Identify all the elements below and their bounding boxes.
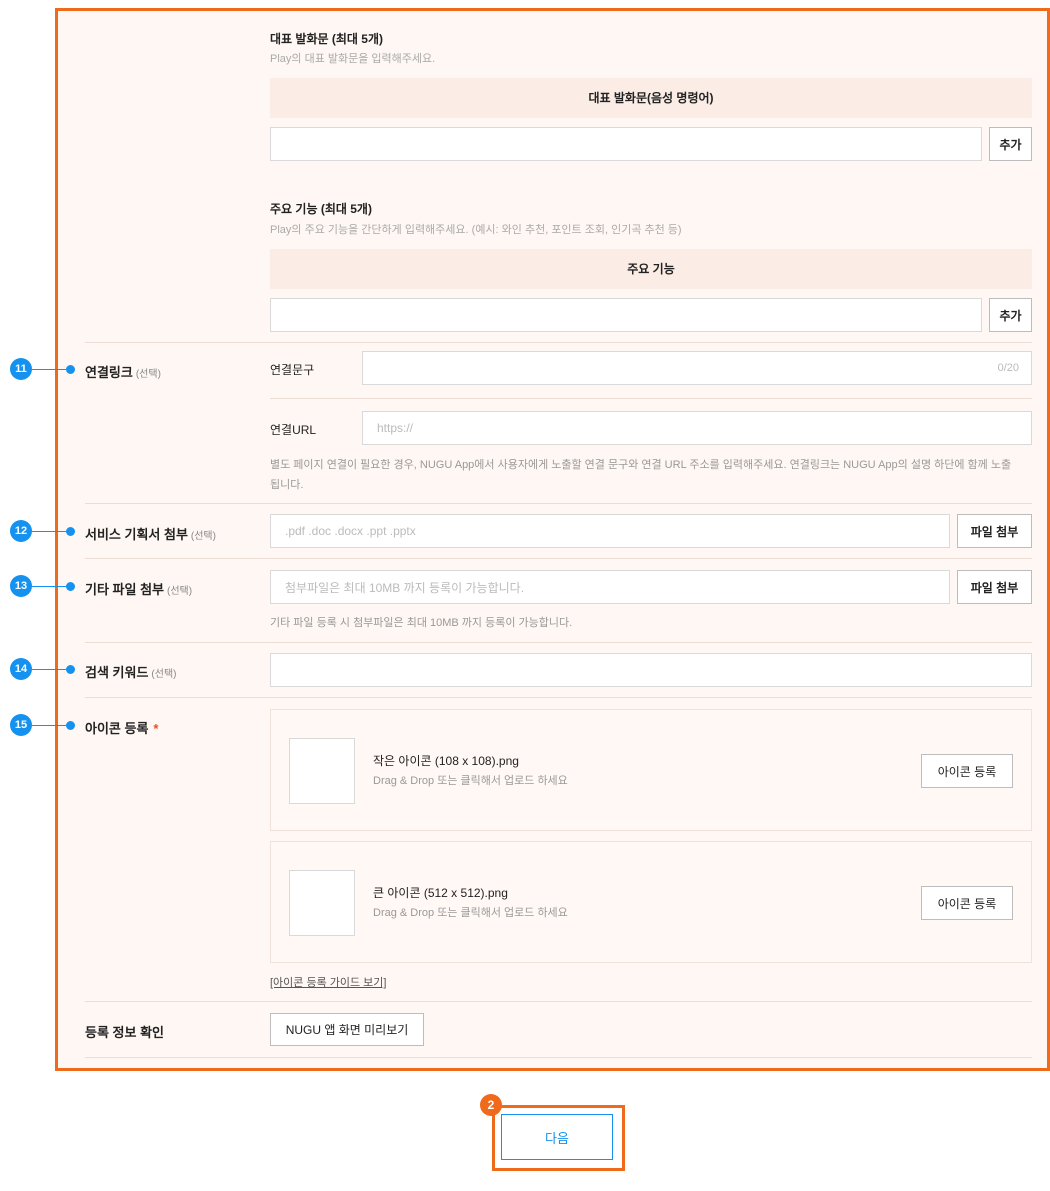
link-label-text: 연결링크 bbox=[85, 365, 133, 380]
divider bbox=[85, 1057, 1032, 1058]
annotation-dot bbox=[66, 582, 75, 591]
utterance-hint: Play의 대표 발화문을 입력해주세요. bbox=[270, 53, 436, 65]
large-icon-preview bbox=[289, 870, 355, 936]
keyword-label: 검색 키워드 (선택) bbox=[85, 662, 176, 681]
divider bbox=[85, 1001, 1032, 1002]
annotation-leader bbox=[32, 586, 68, 587]
etc-file-help-text: 기타 파일 등록 시 첨부파일은 최대 10MB 까지 등록이 가능합니다. bbox=[270, 617, 573, 629]
optional-tag: (선택) bbox=[166, 586, 193, 597]
annotation-badge-12: 12 bbox=[10, 520, 32, 542]
keyword-input[interactable] bbox=[270, 653, 1032, 687]
annotation-leader bbox=[32, 531, 68, 532]
optional-tag: (선택) bbox=[135, 369, 161, 380]
features-add-button[interactable]: 추가 bbox=[989, 298, 1032, 332]
required-mark: * bbox=[153, 721, 159, 736]
annotation-badge-13: 13 bbox=[10, 575, 32, 597]
annotation-dot bbox=[66, 665, 75, 674]
link-phrase-label: 연결문구 bbox=[270, 363, 315, 377]
optional-tag: (선택) bbox=[151, 669, 177, 680]
divider bbox=[85, 558, 1032, 559]
features-table-header: 주요 기능 bbox=[270, 249, 1032, 289]
features-input[interactable] bbox=[270, 298, 982, 332]
link-help-text-cont: 됩니다. bbox=[270, 479, 304, 491]
link-help-text: 별도 페이지 연결이 필요한 경우, NUGU App에서 사용자에게 노출할 … bbox=[270, 459, 1012, 471]
utterance-input[interactable] bbox=[270, 127, 982, 161]
annotation-leader bbox=[32, 369, 68, 370]
small-icon-register-button[interactable]: 아이콘 등록 bbox=[921, 754, 1013, 788]
annotation-dot bbox=[66, 721, 75, 730]
large-icon-register-button[interactable]: 아이콘 등록 bbox=[921, 886, 1013, 920]
next-button[interactable]: 다음 bbox=[501, 1114, 613, 1160]
link-label: 연결링크 (선택) bbox=[85, 362, 161, 381]
divider bbox=[270, 398, 1032, 399]
plan-doc-label-text: 서비스 기획서 첨부 bbox=[85, 527, 188, 542]
utterance-title: 대표 발화문 (최대 5개) bbox=[270, 32, 383, 46]
annotation-badge-14: 14 bbox=[10, 658, 32, 680]
utterance-table-header: 대표 발화문(음성 명령어) bbox=[270, 78, 1032, 118]
annotation-dot bbox=[66, 365, 75, 374]
large-icon-dropzone[interactable]: 큰 아이콘 (512 x 512).png Drag & Drop 또는 클릭해… bbox=[270, 841, 1032, 963]
small-icon-desc: Drag & Drop 또는 클릭해서 업로드 하세요 bbox=[373, 775, 568, 787]
etc-file-label-text: 기타 파일 첨부 bbox=[85, 582, 164, 597]
icons-label: 아이콘 등록 * bbox=[85, 718, 158, 737]
icons-label-text: 아이콘 등록 bbox=[85, 721, 149, 736]
etc-file-attach-button[interactable]: 파일 첨부 bbox=[957, 570, 1032, 604]
link-url-input[interactable]: https:// bbox=[362, 411, 1032, 445]
small-icon-preview bbox=[289, 738, 355, 804]
annotation-badge-11: 11 bbox=[10, 358, 32, 380]
divider bbox=[85, 342, 1032, 343]
preview-button[interactable]: NUGU 앱 화면 미리보기 bbox=[270, 1013, 424, 1046]
small-icon-dropzone[interactable]: 작은 아이콘 (108 x 108).png Drag & Drop 또는 클릭… bbox=[270, 709, 1032, 831]
optional-tag: (선택) bbox=[190, 531, 216, 542]
etc-file-field[interactable]: 첨부파일은 최대 10MB 까지 등록이 가능합니다. bbox=[270, 570, 950, 604]
utterance-add-button[interactable]: 추가 bbox=[989, 127, 1032, 161]
annotation-badge-15: 15 bbox=[10, 714, 32, 736]
features-hint: Play의 주요 기능을 간단하게 입력해주세요. (예시: 와인 추천, 포인… bbox=[270, 224, 682, 236]
annotation-dot bbox=[66, 527, 75, 536]
divider bbox=[85, 697, 1032, 698]
annotation-leader bbox=[32, 669, 68, 670]
plan-doc-file-field[interactable]: .pdf .doc .docx .ppt .pptx bbox=[270, 514, 950, 548]
small-icon-name: 작은 아이콘 (108 x 108).png bbox=[373, 754, 519, 768]
link-phrase-input[interactable]: 0/20 bbox=[362, 351, 1032, 385]
link-url-label: 연결URL bbox=[270, 423, 317, 437]
large-icon-name: 큰 아이콘 (512 x 512).png bbox=[373, 886, 508, 900]
plan-doc-attach-button[interactable]: 파일 첨부 bbox=[957, 514, 1032, 548]
large-icon-desc: Drag & Drop 또는 클릭해서 업로드 하세요 bbox=[373, 907, 568, 919]
keyword-label-text: 검색 키워드 bbox=[85, 665, 149, 680]
plan-doc-label: 서비스 기획서 첨부 (선택) bbox=[85, 524, 216, 543]
annotation-leader bbox=[32, 725, 68, 726]
icon-guide-link[interactable]: [아이콘 등록 가이드 보기] bbox=[270, 974, 386, 990]
features-title: 주요 기능 (최대 5개) bbox=[270, 202, 372, 216]
divider bbox=[85, 503, 1032, 504]
etc-file-label: 기타 파일 첨부 (선택) bbox=[85, 579, 192, 598]
confirm-label: 등록 정보 확인 bbox=[85, 1025, 164, 1040]
char-counter: 0/20 bbox=[997, 362, 1019, 374]
annotation-badge-2: 2 bbox=[480, 1094, 502, 1116]
divider bbox=[85, 642, 1032, 643]
